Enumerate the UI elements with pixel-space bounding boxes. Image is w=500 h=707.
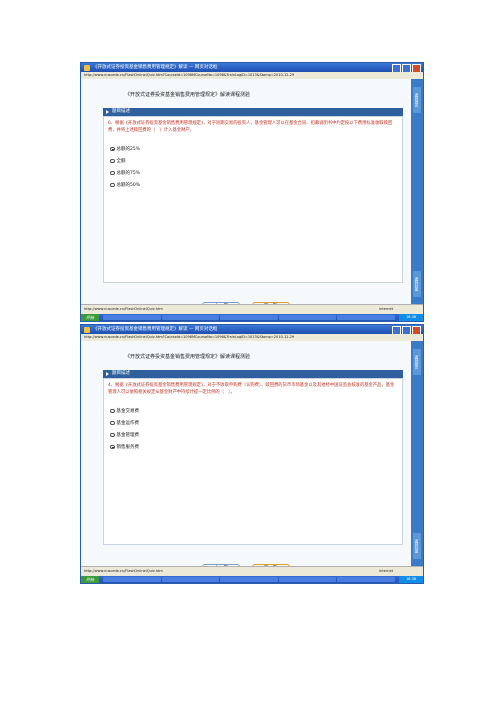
navigation-buttons: 上一题 下一题 (81, 292, 411, 312)
task-button[interactable] (337, 315, 395, 320)
browser-icon (84, 326, 90, 333)
maximize-icon[interactable] (402, 326, 411, 334)
radio-button[interactable] (110, 432, 115, 438)
maximize-icon[interactable] (402, 64, 411, 72)
page-title: 《开放式证券投资基金销售费用管理规定》解读课程测验 (125, 354, 251, 360)
status-url: http://www.nuscede.cn/FlashOnline/Quiz.h… (84, 569, 163, 573)
status-bar: http://www.nuscede.cn/FlashOnline/Quiz.h… (81, 304, 423, 314)
task-button[interactable] (220, 577, 278, 582)
task-button[interactable] (278, 315, 337, 320)
quiz-content: 《开放式证券投资基金销售费用管理规定》解读课程测验 题目描述 4、根据《开放式证… (81, 341, 411, 574)
home-tab[interactable]: 返回首页 (413, 349, 421, 375)
radio-button[interactable] (110, 158, 115, 164)
task-button[interactable] (278, 577, 337, 582)
window-title: 《开放式证券投资基金销售费用管理规定》解读 — 网页对话框 (93, 65, 218, 70)
system-clock: 16:38 (399, 314, 423, 321)
start-button[interactable]: 开始 (81, 576, 99, 583)
arrow-right-icon (106, 372, 109, 376)
security-zone: Internet (379, 307, 393, 311)
task-button[interactable] (337, 577, 395, 582)
window-title: 《开放式证券投资基金销售费用管理规定》解读 — 网页对话框 (93, 327, 218, 332)
taskbar: 开始 16:38 (81, 576, 423, 583)
option-label: 总额的25% (116, 147, 141, 152)
section-header: 题目描述 (103, 108, 403, 116)
answer-options: 基金交易费 基金运作费 基金管理费 销售服务费 (110, 405, 139, 453)
radio-button[interactable] (110, 170, 115, 176)
section-header-label: 题目描述 (112, 371, 130, 376)
cover-tab[interactable]: 返回封面 (413, 533, 421, 559)
close-icon[interactable] (412, 326, 421, 334)
option-item[interactable]: 总额的75% (110, 167, 140, 179)
option-item[interactable]: 总额的25% (110, 143, 140, 155)
option-item[interactable]: 总额的50% (110, 179, 140, 191)
navigation-buttons: 上一题 下一题 (81, 554, 411, 574)
browser-icon (84, 64, 90, 71)
option-item[interactable]: 基金交易费 (110, 405, 139, 417)
option-item[interactable]: 销售服务费 (110, 441, 139, 453)
option-label: 总额的75% (116, 171, 141, 176)
taskbar-items (103, 577, 395, 582)
cover-tab[interactable]: 返回封面 (413, 271, 421, 297)
task-button[interactable] (103, 315, 161, 320)
home-tab[interactable]: 返回首页 (413, 87, 421, 113)
quiz-window-2: 《开放式证券投资基金销售费用管理规定》解读 — 网页对话框 http://www… (80, 324, 424, 584)
radio-button[interactable] (110, 444, 115, 450)
answer-options: 总额的25% 全额 总额的75% 总额的50% (110, 143, 140, 191)
section-header-label: 题目描述 (112, 109, 130, 114)
option-item[interactable]: 基金管理费 (110, 429, 139, 441)
window-titlebar[interactable]: 《开放式证券投资基金销售费用管理规定》解读 — 网页对话框 (81, 325, 423, 334)
page-title: 《开放式证券投资基金销售费用管理规定》解读课程测验 (125, 92, 251, 98)
option-label: 总额的50% (116, 183, 141, 188)
option-label: 基金运作费 (116, 421, 140, 426)
task-button[interactable] (220, 315, 278, 320)
option-item[interactable]: 基金运作费 (110, 417, 139, 429)
minimize-icon[interactable] (392, 326, 401, 334)
quiz-window-1: 《开放式证券投资基金销售费用管理规定》解读 — 网页对话框 http://www… (80, 62, 424, 322)
security-zone: Internet (379, 569, 393, 573)
option-item[interactable]: 全额 (110, 155, 140, 167)
radio-button[interactable] (110, 146, 115, 152)
radio-button[interactable] (110, 182, 115, 188)
question-panel: 4、根据《开放式证券投资基金销售费用管理规定》，对于不收取申购费（认购费）、赎回… (103, 378, 403, 545)
status-bar: http://www.nuscede.cn/FlashOnline/Quiz.h… (81, 566, 423, 576)
question-panel: 6、根据《开放式证券投资基金销售费用管理规定》，对于短期交易的投资人，基金管理人… (103, 116, 403, 283)
task-button[interactable] (103, 577, 161, 582)
radio-button[interactable] (110, 408, 115, 414)
option-label: 基金交易费 (116, 409, 140, 414)
start-button[interactable]: 开始 (81, 314, 99, 321)
radio-button[interactable] (110, 420, 115, 426)
right-sidebar: 返回首页 返回封面 (411, 341, 423, 567)
option-label: 全额 (116, 159, 126, 164)
minimize-icon[interactable] (392, 64, 401, 72)
arrow-right-icon (106, 110, 109, 114)
question-text: 6、根据《开放式证券投资基金销售费用管理规定》，对于短期交易的投资人，基金管理人… (108, 121, 393, 133)
section-header: 题目描述 (103, 370, 403, 378)
right-sidebar: 返回首页 返回封面 (411, 79, 423, 305)
task-button[interactable] (161, 315, 220, 320)
option-label: 基金管理费 (116, 433, 140, 438)
close-icon[interactable] (412, 64, 421, 72)
status-url: http://www.nuscede.cn/FlashOnline/Quiz.h… (84, 307, 163, 311)
taskbar-items (103, 315, 395, 320)
quiz-content: 《开放式证券投资基金销售费用管理规定》解读课程测验 题目描述 6、根据《开放式证… (81, 79, 411, 312)
question-text: 4、根据《开放式证券投资基金销售费用管理规定》，对于不收取申购费（认购费）、赎回… (108, 383, 395, 395)
task-button[interactable] (161, 577, 220, 582)
option-label: 销售服务费 (116, 445, 140, 450)
window-titlebar[interactable]: 《开放式证券投资基金销售费用管理规定》解读 — 网页对话框 (81, 63, 423, 72)
taskbar: 开始 16:38 (81, 314, 423, 321)
system-clock: 16:38 (399, 576, 423, 583)
